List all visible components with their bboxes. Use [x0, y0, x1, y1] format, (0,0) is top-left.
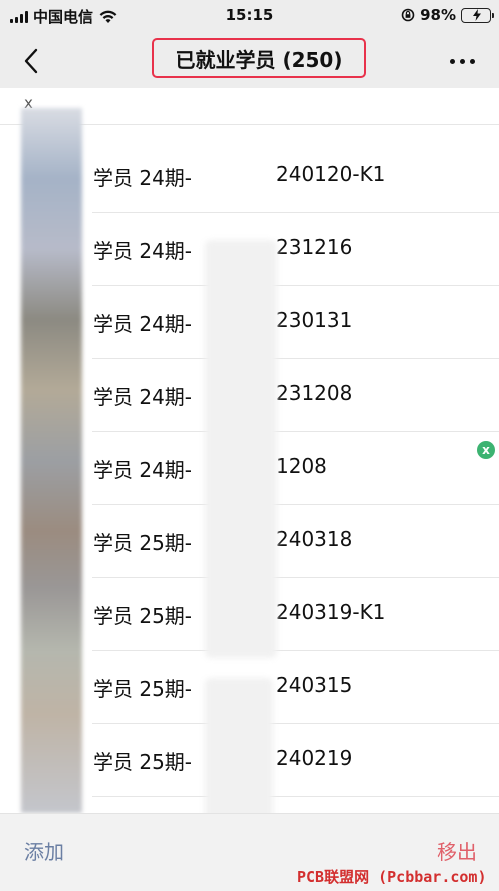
- watermark: PCB联盟网 (Pcbbar.com): [297, 868, 487, 886]
- remove-button[interactable]: 移出: [437, 836, 477, 865]
- member-name: 学员 24期-: [93, 166, 193, 190]
- member-suffix: 240120-K1: [276, 162, 386, 186]
- list-item[interactable]: 学员 24期- 230131: [92, 286, 499, 359]
- list-item[interactable]: 学员 24期- 231216: [92, 213, 499, 286]
- more-dot-icon: [449, 58, 455, 64]
- list-item[interactable]: 学员 24期- 240120-K1: [92, 140, 499, 213]
- battery-percent: 98%: [420, 6, 456, 24]
- rotation-lock-icon: [401, 8, 415, 22]
- chevron-left-icon: [24, 48, 38, 74]
- member-suffix: 240318: [276, 527, 353, 551]
- member-name: 学员 25期-: [93, 677, 193, 701]
- member-name: 学员 25期-: [93, 531, 193, 555]
- redaction-blur: [205, 678, 273, 813]
- list-item[interactable]: 学员 24期- 1208: [92, 432, 499, 505]
- redaction-blur: [205, 240, 277, 658]
- list-item[interactable]: 学员 24期- 231208: [92, 359, 499, 432]
- member-suffix: 240219: [276, 746, 353, 770]
- avatar-column: [21, 108, 82, 813]
- status-right: 98%: [401, 6, 494, 24]
- member-suffix: 231208: [276, 381, 353, 405]
- battery-icon: [461, 7, 494, 23]
- back-button[interactable]: [14, 44, 48, 78]
- nav-bar: 已就业学员 (250): [0, 32, 499, 88]
- member-list: 学员 24期- 240120-K1 学员 24期- 231216 学员 24期-…: [92, 140, 499, 797]
- member-suffix: 230131: [276, 308, 353, 332]
- status-bar: 中国电信 15:15 98%: [0, 0, 499, 32]
- member-name: 学员 24期-: [93, 458, 193, 482]
- page-title: 已就业学员 (250): [175, 47, 343, 72]
- list-item[interactable]: 学员 25期- 240315: [92, 651, 499, 724]
- list-item[interactable]: 学员 25期- 240319-K1: [92, 578, 499, 651]
- member-name: 学员 25期-: [93, 604, 193, 628]
- member-name: 学员 24期-: [93, 312, 193, 336]
- add-button[interactable]: 添加: [24, 836, 64, 865]
- list-item[interactable]: 学员 25期- 240318: [92, 505, 499, 578]
- member-name: 学员 24期-: [93, 385, 193, 409]
- member-list-area: x 学员 24期- 240120-K1 学员 24期- 231216 学员 24…: [0, 88, 499, 813]
- title-highlight: 已就业学员 (250): [152, 38, 366, 78]
- member-suffix: 240315: [276, 673, 353, 697]
- remove-badge-icon[interactable]: x: [477, 441, 495, 459]
- member-suffix: 231216: [276, 235, 353, 259]
- list-item[interactable]: 学员 25期- 240219: [92, 724, 499, 797]
- member-name: 学员 24期-: [93, 239, 193, 263]
- member-name: 学员 25期-: [93, 750, 193, 774]
- more-dot-icon: [469, 58, 475, 64]
- member-suffix: 1208: [276, 454, 327, 478]
- more-dot-icon: [459, 58, 465, 64]
- member-suffix: 240319-K1: [276, 600, 386, 624]
- more-button[interactable]: [445, 46, 479, 76]
